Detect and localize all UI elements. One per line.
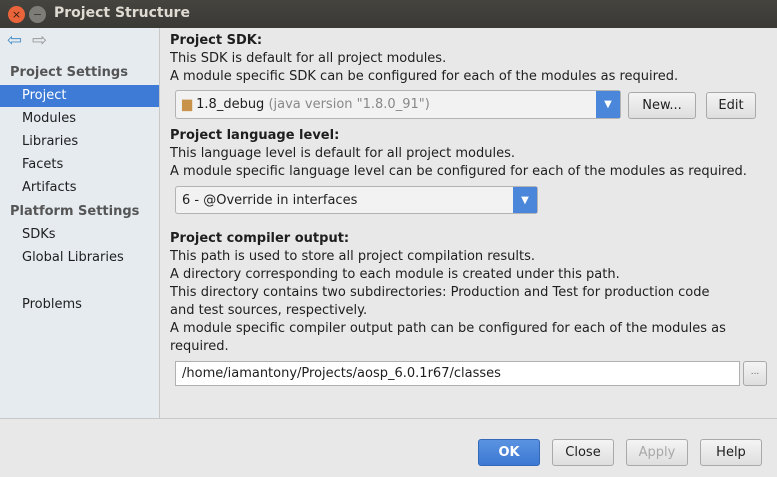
sidebar-item-libraries[interactable]: Libraries [0, 131, 159, 153]
forward-arrow-icon[interactable]: ⇨ [32, 30, 47, 51]
minimize-window-button[interactable]: − [29, 6, 46, 23]
sidebar-item-global-libraries[interactable]: Global Libraries [0, 247, 159, 269]
edit-sdk-button[interactable]: Edit [706, 92, 756, 119]
compiler-description: and test sources, respectively. [170, 303, 368, 318]
sidebar-item-facets[interactable]: Facets [0, 154, 159, 176]
language-level-select[interactable]: 6 - @Override in interfaces ▼ [175, 186, 538, 214]
compiler-heading: Project compiler output: [170, 231, 350, 246]
language-description-2: A module specific language level can be … [170, 164, 747, 179]
sidebar-item-artifacts[interactable]: Artifacts [0, 177, 159, 199]
section-project-settings: Project Settings [10, 65, 128, 80]
sdk-value: 1.8_debug [196, 97, 265, 112]
sdk-select[interactable]: ▆ 1.8_debug (java version "1.8.0_91") ▼ [175, 90, 621, 119]
back-arrow-icon[interactable]: ⇦ [7, 30, 22, 51]
sdk-heading: Project SDK: [170, 33, 263, 48]
close-icon: × [11, 8, 22, 21]
sdk-description-2: A module specific SDK can be configured … [170, 69, 679, 84]
sdk-version: (java version "1.8.0_91") [268, 97, 430, 112]
ok-button[interactable]: OK [478, 439, 540, 466]
window-title: Project Structure [54, 5, 190, 21]
chevron-down-icon: ▼ [596, 91, 620, 118]
folder-icon: ▆ [182, 97, 192, 112]
sidebar: ⇦ ⇨ Project Settings Project Modules Lib… [0, 28, 160, 419]
title-bar: × − Project Structure [0, 0, 777, 28]
compiler-output-path-input[interactable]: /home/iamantony/Projects/aosp_6.0.1r67/c… [175, 361, 740, 386]
sdk-description: This SDK is default for all project modu… [170, 51, 447, 66]
close-window-button[interactable]: × [8, 6, 25, 23]
compiler-description: This path is used to store all project c… [170, 249, 535, 264]
browse-button[interactable]: ... [743, 361, 767, 386]
compiler-description: A directory corresponding to each module… [170, 267, 620, 282]
sidebar-item-problems[interactable]: Problems [0, 294, 159, 316]
sidebar-item-modules[interactable]: Modules [0, 108, 159, 130]
compiler-description: A module specific compiler output path c… [170, 321, 726, 336]
close-button[interactable]: Close [552, 439, 614, 466]
minimize-icon: − [32, 8, 43, 21]
compiler-description: This directory contains two subdirectori… [170, 285, 710, 300]
footer-divider [0, 418, 777, 419]
apply-button[interactable]: Apply [626, 439, 688, 466]
sidebar-item-project[interactable]: Project [0, 85, 159, 107]
new-sdk-button[interactable]: New... [628, 92, 696, 119]
chevron-down-icon: ▼ [513, 187, 537, 213]
language-heading: Project language level: [170, 128, 340, 143]
help-button[interactable]: Help [700, 439, 762, 466]
compiler-description: required. [170, 339, 229, 354]
section-platform-settings: Platform Settings [10, 204, 140, 219]
language-description: This language level is default for all p… [170, 146, 515, 161]
language-level-value: 6 - @Override in interfaces [182, 193, 358, 208]
sidebar-item-sdks[interactable]: SDKs [0, 224, 159, 246]
